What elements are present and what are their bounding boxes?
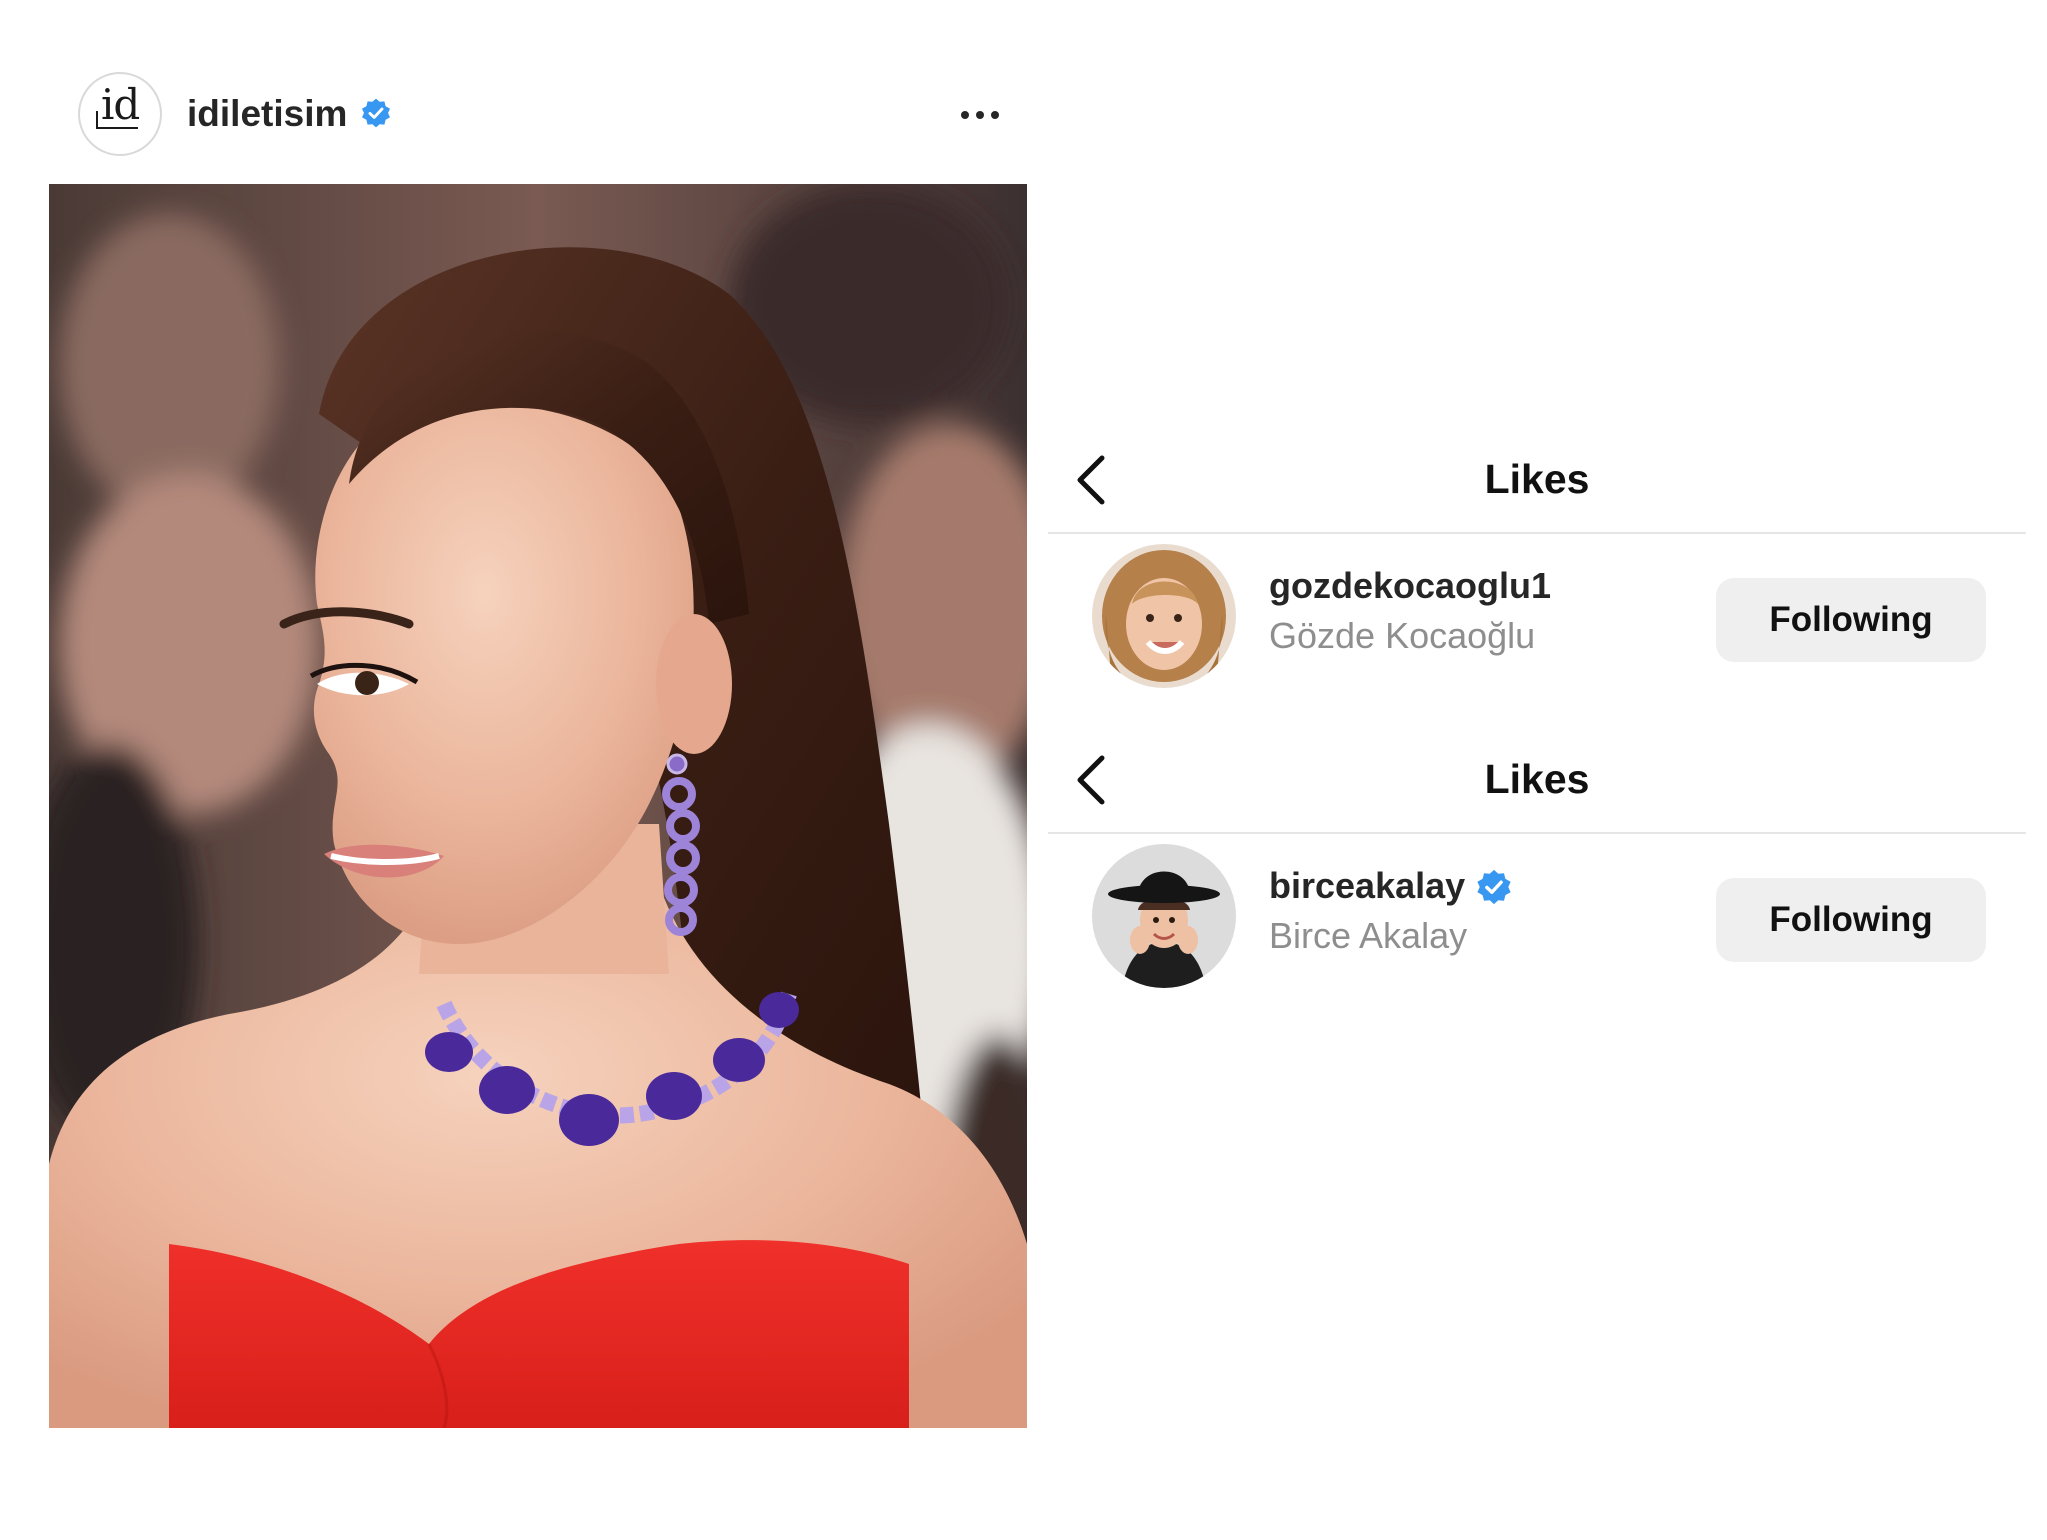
- likes-title: Likes: [1484, 756, 1590, 802]
- post-photo[interactable]: [49, 184, 1027, 1428]
- likes-panel: Likes birceakalay Birce Akalay Following: [1048, 730, 2026, 1030]
- liker-row[interactable]: birceakalay Birce Akalay Following: [1048, 842, 2026, 990]
- verified-badge-icon: [362, 98, 390, 128]
- post-photo-illustration: [49, 184, 1027, 1428]
- likes-title: Likes: [1484, 456, 1590, 502]
- verified-badge-icon: [1477, 869, 1511, 905]
- user-avatar[interactable]: [1092, 844, 1236, 988]
- user-handle[interactable]: birceakalay: [1269, 864, 1465, 908]
- user-full-name: Birce Akalay: [1269, 915, 1468, 956]
- likes-panel: Likes gozdekocaoglu1 Gözde Kocaoğlu Foll…: [1048, 430, 2026, 730]
- likes-header: Likes: [1048, 430, 2026, 534]
- post-author-avatar[interactable]: id: [78, 72, 162, 156]
- liker-row[interactable]: gozdekocaoglu1 Gözde Kocaoğlu Following: [1048, 542, 2026, 690]
- avatar-logo-bracket: [96, 111, 138, 129]
- likes-header: Likes: [1048, 730, 2026, 834]
- more-horizontal-icon[interactable]: [958, 100, 1002, 130]
- following-button[interactable]: Following: [1716, 878, 1986, 962]
- user-avatar[interactable]: [1092, 544, 1236, 688]
- user-full-name: Gözde Kocaoğlu: [1269, 615, 1536, 656]
- post-header: id idiletisim: [78, 72, 1013, 158]
- user-handle[interactable]: gozdekocaoglu1: [1269, 564, 1551, 608]
- following-button[interactable]: Following: [1716, 578, 1986, 662]
- post-author-username[interactable]: idiletisim: [187, 92, 347, 136]
